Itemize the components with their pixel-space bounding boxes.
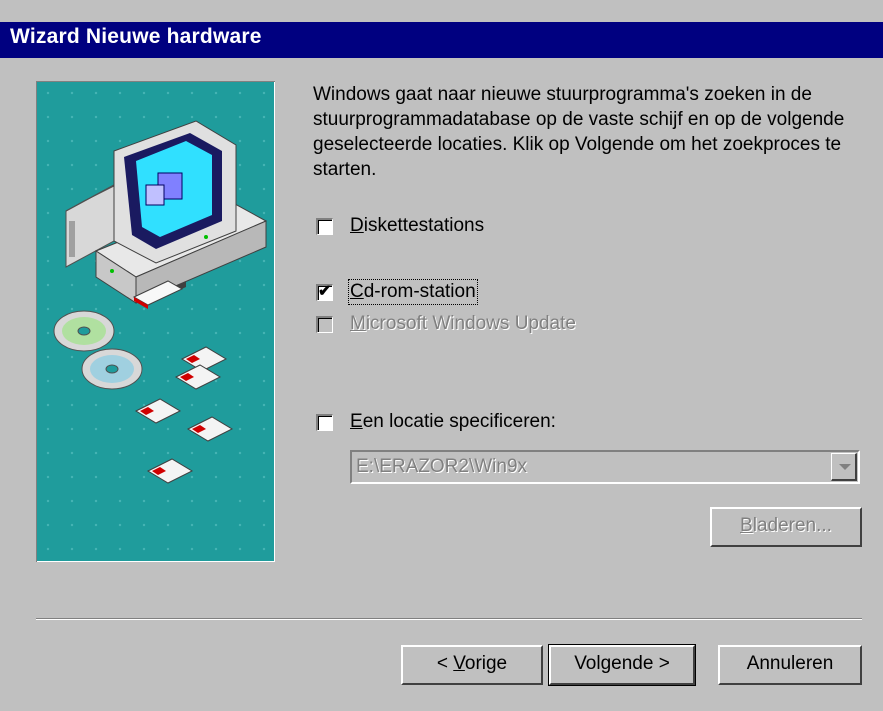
cd-rom-discs-icon: [53, 310, 143, 390]
location-path-value: E:\ERAZOR2\Win9x: [356, 456, 528, 477]
check-mark-icon: ✔: [318, 282, 332, 300]
location-checkbox-row[interactable]: Een locatie specificeren:: [316, 410, 556, 434]
floppy-checkbox[interactable]: [316, 217, 333, 235]
wizard-illustration: [36, 81, 275, 562]
window-title: Wizard Nieuwe hardware: [10, 25, 262, 48]
floppy-disk-icon: [134, 346, 234, 484]
floppy-label[interactable]: Diskettestations: [350, 215, 484, 237]
top-strip: [0, 0, 883, 22]
wizard-window: Wizard Nieuwe hardware Windows gaat naar…: [0, 0, 883, 711]
dropdown-arrow-icon: [831, 453, 857, 481]
cdrom-checkbox-row[interactable]: ✔ Cd-rom-station: [316, 279, 478, 305]
cancel-button[interactable]: Annuleren: [718, 645, 862, 685]
cdrom-label[interactable]: Cd-rom-station: [348, 279, 478, 305]
cdrom-checkbox[interactable]: ✔: [316, 282, 333, 301]
computer-illustration: [53, 120, 268, 484]
back-button[interactable]: < Vorige: [401, 645, 543, 685]
location-checkbox[interactable]: [316, 413, 333, 431]
floppy-checkbox-row[interactable]: Diskettestations: [316, 214, 484, 238]
browse-button: Bladeren...: [710, 507, 862, 547]
location-path-combobox: E:\ERAZOR2\Win9x: [350, 450, 860, 484]
next-button[interactable]: Volgende >: [548, 644, 696, 686]
location-label[interactable]: Een locatie specificeren:: [350, 411, 556, 433]
windows-update-label: Microsoft Windows Update: [350, 313, 576, 334]
windows-update-checkbox: [316, 315, 333, 333]
windows-update-checkbox-row: Microsoft Windows Update: [316, 312, 576, 336]
title-bar[interactable]: Wizard Nieuwe hardware: [0, 22, 883, 58]
intro-text: Windows gaat naar nieuwe stuurprogramma'…: [313, 84, 845, 180]
button-separator: [36, 618, 862, 620]
